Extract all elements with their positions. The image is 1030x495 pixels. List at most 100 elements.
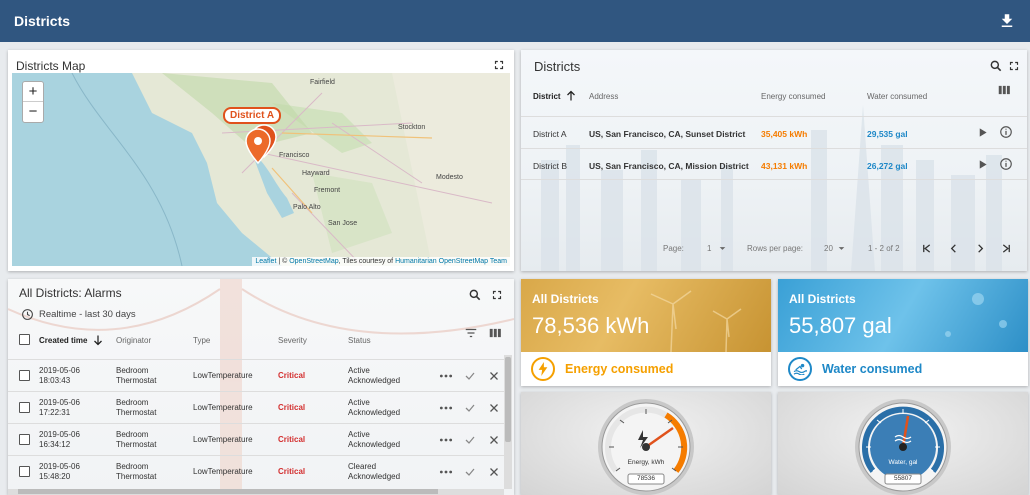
more-icon[interactable]: [439, 403, 453, 413]
alarms-table-header: Created time Originator Type Severity St…: [8, 334, 514, 348]
last-page-icon[interactable]: [1001, 243, 1012, 254]
table-row[interactable]: District A US, San Francisco, CA, Sunset…: [521, 116, 1027, 148]
water-gauge-card: Water, gal 55807: [778, 392, 1028, 495]
acknowledge-icon[interactable]: [464, 370, 476, 382]
fullscreen-icon[interactable]: [1007, 59, 1021, 73]
acknowledge-icon[interactable]: [464, 434, 476, 446]
row-checkbox[interactable]: [19, 434, 30, 445]
sort-arrow-up-icon[interactable]: [565, 90, 577, 102]
cell-originator: Thermostat: [116, 472, 157, 481]
cell-status: Acknowledged: [348, 408, 401, 417]
cell-originator: Thermostat: [116, 376, 157, 385]
column-header-water[interactable]: Water consumed: [867, 92, 927, 101]
cell-severity: Critical: [278, 403, 306, 412]
cell-originator: Bedroom: [116, 430, 149, 439]
fullscreen-icon[interactable]: [490, 288, 504, 302]
clear-icon[interactable]: [488, 466, 500, 478]
water-kpi-footer-text: Water consumed: [822, 362, 923, 376]
fullscreen-icon[interactable]: [492, 58, 506, 72]
energy-kpi-value: 78,536 kWh: [532, 313, 650, 338]
column-header-type[interactable]: Type: [193, 336, 210, 345]
table-row[interactable]: 2019-05-06 15:48:20 Bedroom Thermostat L…: [8, 455, 504, 487]
energy-gauge-readout: 78536: [636, 475, 656, 482]
sort-arrow-down-icon[interactable]: [92, 334, 104, 346]
district-marker-icon[interactable]: [242, 123, 282, 168]
more-icon[interactable]: [439, 371, 453, 381]
chevron-down-icon[interactable]: [838, 245, 845, 252]
acknowledge-icon[interactable]: [464, 402, 476, 414]
cell-energy: 43,131 kWh: [761, 161, 808, 171]
energy-gauge-label: Energy, kWh: [627, 459, 665, 466]
select-all-checkbox[interactable]: [19, 334, 30, 345]
energy-kpi-footer-text: Energy consumed: [565, 362, 674, 376]
map-city-label: San Jose: [328, 220, 358, 227]
table-row[interactable]: 2019-05-06 16:34:12 Bedroom Thermostat L…: [8, 423, 504, 455]
cell-originator: Bedroom: [116, 462, 149, 471]
column-header-severity[interactable]: Severity: [278, 336, 307, 345]
previous-page-icon[interactable]: [948, 243, 959, 254]
column-header-energy[interactable]: Energy consumed: [761, 92, 825, 101]
map-view[interactable]: + − Fairfield Stockton Francisco Hayward…: [12, 73, 510, 266]
column-header-originator[interactable]: Originator: [116, 336, 151, 345]
clear-icon[interactable]: [488, 434, 500, 446]
marker-tooltip: District A: [223, 107, 282, 124]
top-app-bar: Districts: [0, 0, 1030, 42]
zoom-control: + −: [22, 81, 44, 123]
energy-kpi-label: All Districts: [532, 292, 599, 306]
acknowledge-icon[interactable]: [464, 466, 476, 478]
more-icon[interactable]: [439, 467, 453, 477]
info-icon[interactable]: [999, 157, 1013, 171]
first-page-icon[interactable]: [921, 243, 932, 254]
map-city-label: Francisco: [279, 152, 310, 159]
table-row[interactable]: 2019-05-06 18:03:43 Bedroom Thermostat L…: [8, 359, 504, 391]
realtime-timewindow[interactable]: Realtime - last 30 days: [21, 308, 136, 321]
column-header-address[interactable]: Address: [589, 92, 618, 101]
clear-icon[interactable]: [488, 370, 500, 382]
cell-type: LowTemperature: [193, 371, 253, 380]
zoom-out-button[interactable]: −: [23, 102, 43, 122]
cell-severity: Critical: [278, 467, 306, 476]
hot-link[interactable]: Humanitarian OpenStreetMap Team: [395, 258, 507, 265]
map-city-label: Fremont: [314, 187, 341, 194]
table-row[interactable]: 2019-05-06 17:22:31 Bedroom Thermostat L…: [8, 391, 504, 423]
leaflet-link[interactable]: Leaflet: [255, 258, 276, 265]
page-title: Districts: [14, 13, 71, 29]
cell-originator: Bedroom: [116, 398, 149, 407]
table-header: District Address Energy consumed Water c…: [521, 90, 1027, 106]
map-city-label: Stockton: [398, 124, 426, 131]
osm-link[interactable]: OpenStreetMap: [289, 258, 338, 265]
rows-per-page-select[interactable]: 20: [824, 244, 833, 253]
play-icon[interactable]: [977, 127, 988, 138]
map-terrain: [12, 73, 510, 266]
search-icon[interactable]: [468, 288, 482, 302]
more-icon[interactable]: [439, 435, 453, 445]
vertical-scrollbar[interactable]: [504, 355, 512, 489]
water-kpi-footer: Water consumed: [778, 352, 1028, 386]
next-page-icon[interactable]: [975, 243, 986, 254]
row-checkbox[interactable]: [19, 466, 30, 477]
cell-type: LowTemperature: [193, 403, 253, 412]
clear-icon[interactable]: [488, 402, 500, 414]
cell-district: District A: [533, 129, 567, 139]
water-kpi-card: All Districts 55,807 gal Water consumed: [778, 279, 1028, 386]
cell-address: US, San Francisco, CA, Mission District: [589, 161, 749, 171]
table-row[interactable]: District B US, San Francisco, CA, Missio…: [521, 148, 1027, 180]
play-icon[interactable]: [977, 159, 988, 170]
horizontal-scrollbar[interactable]: [8, 489, 504, 495]
chevron-down-icon[interactable]: [719, 245, 726, 252]
attribution-text: , Tiles courtesy of: [338, 258, 396, 265]
column-header-district[interactable]: District: [533, 92, 561, 101]
info-icon[interactable]: [999, 125, 1013, 139]
cell-created-date: 2019-05-06: [39, 430, 80, 439]
download-icon[interactable]: [998, 12, 1016, 30]
zoom-in-button[interactable]: +: [23, 82, 43, 102]
search-icon[interactable]: [989, 59, 1003, 73]
column-header-status[interactable]: Status: [348, 336, 371, 345]
row-checkbox[interactable]: [19, 402, 30, 413]
page-select[interactable]: 1: [707, 244, 711, 253]
energy-kpi-footer: Energy consumed: [521, 352, 771, 386]
row-checkbox[interactable]: [19, 370, 30, 381]
cell-created-time: 15:48:20: [39, 472, 71, 481]
column-header-created[interactable]: Created time: [39, 336, 87, 345]
cell-created-time: 18:03:43: [39, 376, 71, 385]
